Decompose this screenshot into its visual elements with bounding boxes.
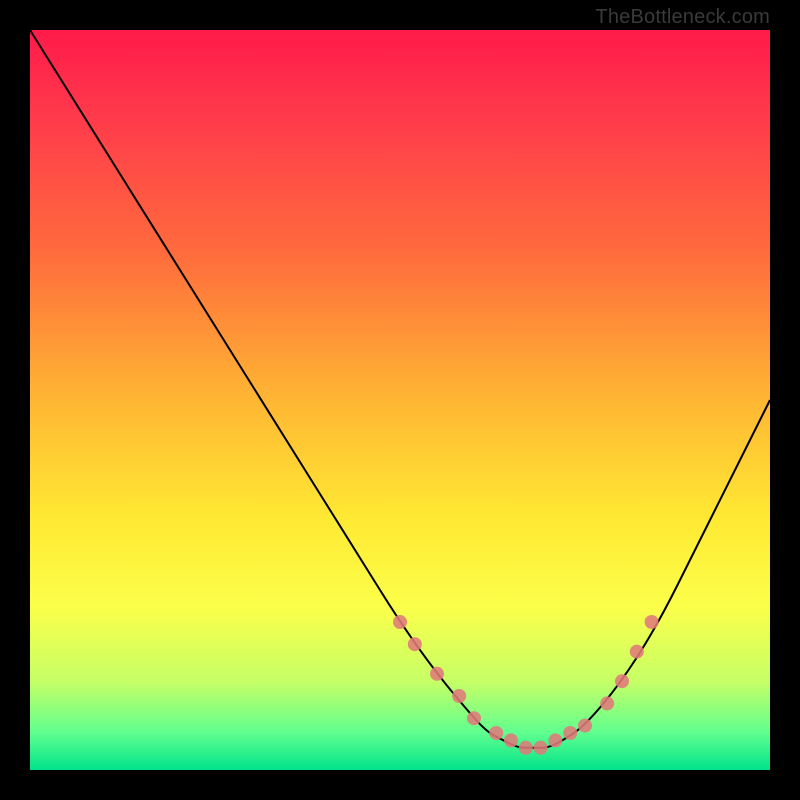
highlight-dot (630, 645, 644, 659)
highlight-dot (504, 733, 518, 747)
highlight-dot (393, 615, 407, 629)
highlight-dot (534, 741, 548, 755)
highlight-dot (519, 741, 533, 755)
highlight-dot (489, 726, 503, 740)
bottleneck-curve (30, 30, 770, 748)
chart-svg (30, 30, 770, 770)
highlight-dot (615, 674, 629, 688)
highlight-dot (645, 615, 659, 629)
plot-area (30, 30, 770, 770)
highlight-dot (563, 726, 577, 740)
highlight-dot (452, 689, 466, 703)
chart-container: TheBottleneck.com (0, 0, 800, 800)
highlight-dot (548, 733, 562, 747)
highlight-dot (578, 719, 592, 733)
curve-group (30, 30, 770, 748)
highlight-dot (430, 667, 444, 681)
watermark-text: TheBottleneck.com (595, 6, 770, 29)
dots-group (393, 615, 659, 755)
highlight-dot (467, 711, 481, 725)
highlight-dot (408, 637, 422, 651)
highlight-dot (600, 696, 614, 710)
